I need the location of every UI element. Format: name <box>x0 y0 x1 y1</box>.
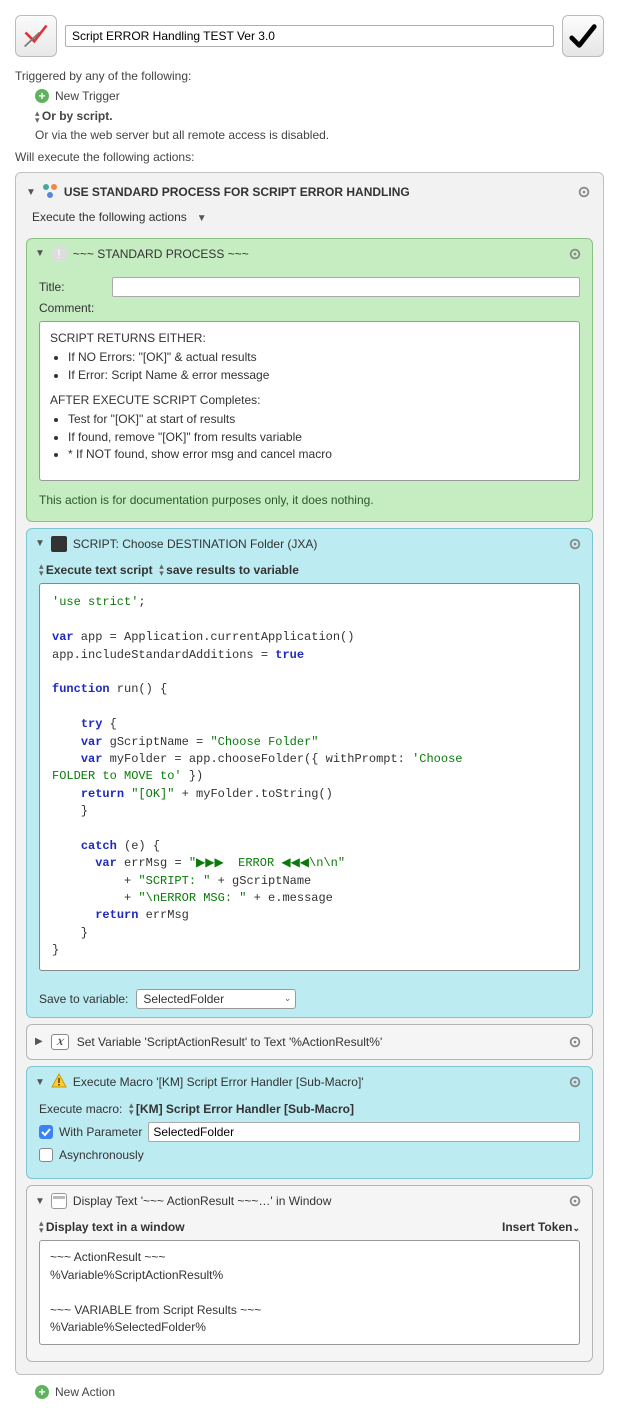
display-text-action: ▼ Display Text '~~~ ActionResult ~~~…' i… <box>26 1185 593 1362</box>
save-to-variable-label: Save to variable: <box>39 992 128 1006</box>
gear-icon[interactable] <box>566 1033 584 1051</box>
disclosure-icon[interactable]: ▼ <box>35 1196 45 1207</box>
disclosure-icon[interactable]: ▼ <box>35 1077 45 1088</box>
script-editor[interactable]: 'use strict'; var app = Application.curr… <box>39 583 580 970</box>
disclosure-icon[interactable]: ▶ <box>35 1036 43 1047</box>
comment-action-title: ~~~ STANDARD PROCESS ~~~ <box>73 247 249 261</box>
new-trigger-button[interactable]: + New Trigger <box>15 89 604 103</box>
enabled-checkbox[interactable] <box>562 15 604 57</box>
or-by-script-label: Or by script. <box>42 109 113 123</box>
window-icon <box>51 1193 67 1209</box>
updown-icon[interactable]: ▴▾ <box>129 1102 133 1116</box>
updown-icon[interactable]: ▴▾ <box>39 563 43 577</box>
info-icon: ! <box>51 246 67 262</box>
variable-icon: 𝑥 <box>51 1034 69 1050</box>
gear-icon[interactable] <box>566 245 584 263</box>
warning-icon <box>51 1073 67 1092</box>
disclosure-icon[interactable]: ▼ <box>35 248 45 259</box>
save-variable-select[interactable]: SelectedFolder ⌄ <box>136 989 296 1009</box>
or-by-script-row[interactable]: ▴▾ Or by script. <box>15 109 604 124</box>
parameter-input[interactable] <box>148 1122 580 1142</box>
disclosure-icon[interactable]: ▼ <box>35 538 45 549</box>
group-icon <box>42 183 58 202</box>
execute-macro-title: Execute Macro '[KM] Script Error Handler… <box>73 1075 364 1089</box>
plus-icon: + <box>35 1385 49 1399</box>
with-parameter-label: With Parameter <box>59 1125 142 1139</box>
script-mode-right[interactable]: save results to variable <box>166 563 299 577</box>
title-field-label: Title: <box>39 280 104 294</box>
will-execute-label: Will execute the following actions: <box>15 150 604 164</box>
gear-icon[interactable] <box>575 183 593 201</box>
chevron-down-icon: ⌄ <box>284 993 292 1004</box>
doc-note: This action is for documentation purpose… <box>39 487 580 511</box>
display-text-title: Display Text '~~~ ActionResult ~~~…' in … <box>73 1194 332 1208</box>
new-action-button[interactable]: New Action <box>55 1385 115 1399</box>
group-title: USE STANDARD PROCESS FOR SCRIPT ERROR HA… <box>64 185 410 199</box>
script-mode-left[interactable]: Execute text script <box>46 563 153 577</box>
async-label: Asynchronously <box>59 1148 144 1162</box>
comment-field-label: Comment: <box>39 301 104 315</box>
script-action-title: SCRIPT: Choose DESTINATION Folder (JXA) <box>73 537 318 551</box>
set-variable-action[interactable]: ▶ 𝑥 Set Variable 'ScriptActionResult' to… <box>26 1024 593 1060</box>
comment-text[interactable]: SCRIPT RETURNS EITHER: If NO Errors: "[O… <box>39 321 580 481</box>
display-text-content[interactable]: ~~~ ActionResult ~~~ %Variable%ScriptAct… <box>39 1240 580 1345</box>
macro-title-input[interactable] <box>65 25 554 47</box>
disclosure-icon[interactable]: ▼ <box>197 213 207 224</box>
execute-macro-value[interactable]: [KM] Script Error Handler [Sub-Macro] <box>136 1102 354 1116</box>
updown-icon: ▴▾ <box>35 110 39 124</box>
title-field-input[interactable] <box>112 277 580 297</box>
macro-icon <box>15 15 57 57</box>
group-panel: ▼ USE STANDARD PROCESS FOR SCRIPT ERROR … <box>15 172 604 1376</box>
triggered-by-label: Triggered by any of the following: <box>15 69 604 83</box>
updown-icon[interactable]: ▴▾ <box>39 1220 43 1234</box>
with-parameter-checkbox[interactable] <box>39 1125 53 1139</box>
plus-icon: + <box>35 89 49 103</box>
execute-macro-action: ▼ Execute Macro '[KM] Script Error Handl… <box>26 1066 593 1180</box>
async-checkbox[interactable] <box>39 1148 53 1162</box>
comment-action: ▼ ! ~~~ STANDARD PROCESS ~~~ Title: Comm… <box>26 238 593 522</box>
gear-icon[interactable] <box>566 1192 584 1210</box>
disclosure-icon[interactable]: ▼ <box>26 187 36 198</box>
updown-icon[interactable]: ▴▾ <box>159 563 163 577</box>
script-action: ▼ SCRIPT: Choose DESTINATION Folder (JXA… <box>26 528 593 1018</box>
display-mode[interactable]: Display text in a window <box>46 1220 185 1234</box>
new-trigger-label: New Trigger <box>55 89 120 103</box>
execute-macro-label: Execute macro: <box>39 1102 122 1116</box>
insert-token-button[interactable]: Insert Token⌄ <box>502 1220 580 1234</box>
gear-icon[interactable] <box>566 535 584 553</box>
script-icon <box>51 536 67 552</box>
web-server-label: Or via the web server but all remote acc… <box>15 128 604 142</box>
execute-following-label: Execute the following actions <box>32 210 187 224</box>
gear-icon[interactable] <box>566 1073 584 1091</box>
set-variable-title: Set Variable 'ScriptActionResult' to Tex… <box>77 1035 383 1049</box>
